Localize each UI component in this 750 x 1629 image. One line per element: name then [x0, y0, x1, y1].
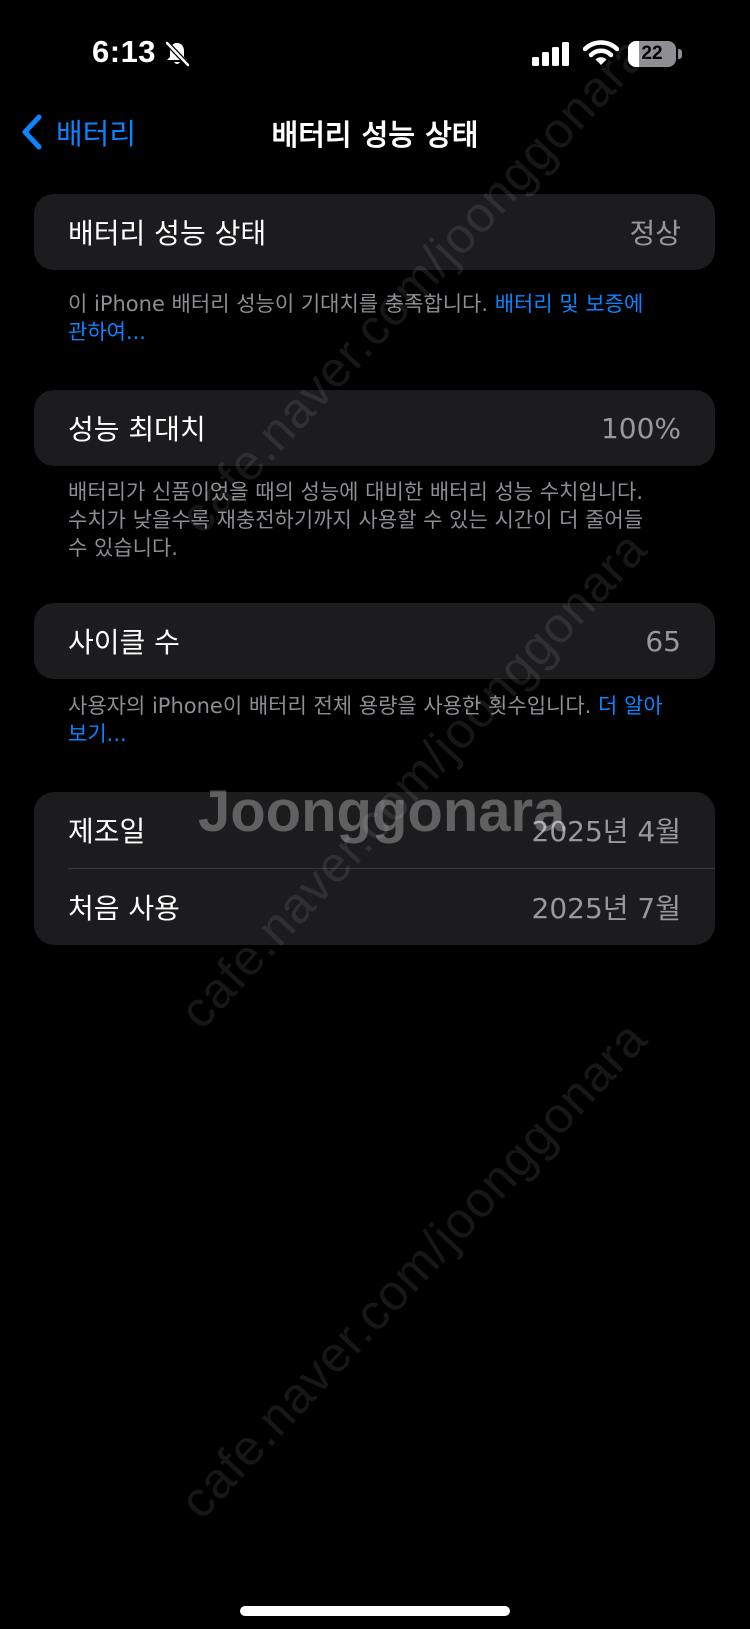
- battery-icon: 22: [628, 41, 682, 67]
- manufacture-date-row: 제조일 2025년 4월: [34, 792, 715, 868]
- battery-health-footer-text: 이 iPhone 배터리 성능이 기대치를 충족합니다.: [68, 292, 495, 316]
- first-use-row: 처음 사용 2025년 7월: [34, 869, 715, 945]
- watermark-text: cafe.naver.com/joonggonara: [168, 25, 658, 544]
- wifi-icon: [583, 40, 619, 65]
- battery-body: 22: [628, 41, 676, 67]
- battery-health-label: 배터리 성능 상태: [68, 217, 267, 250]
- page-title: 배터리 성능 상태: [271, 118, 479, 152]
- battery-health-footer: 이 iPhone 배터리 성능이 기대치를 충족합니다. 배터리 및 보증에 관…: [68, 290, 668, 346]
- cellular-signal-icon: [532, 42, 569, 66]
- battery-health-value: 정상: [629, 217, 681, 250]
- max-capacity-value: 100%: [600, 411, 681, 445]
- max-capacity-footer: 배터리가 신품이었을 때의 성능에 대비한 배터리 성능 수치입니다. 수치가 …: [68, 478, 668, 562]
- bell-slash-icon: [165, 41, 190, 67]
- watermark-text: cafe.naver.com/joonggonara: [168, 1010, 658, 1529]
- cycle-count-group: 사이클 수 65: [34, 603, 715, 679]
- dates-group: 제조일 2025년 4월 처음 사용 2025년 7월: [34, 792, 715, 945]
- cycle-count-row: 사이클 수 65: [34, 603, 715, 679]
- cycle-count-footer-text: 사용자의 iPhone이 배터리 전체 용량을 사용한 횟수입니다.: [68, 694, 599, 718]
- battery-health-row: 배터리 성능 상태 정상: [34, 194, 715, 270]
- max-capacity-row: 성능 최대치 100%: [34, 390, 715, 466]
- max-capacity-label: 성능 최대치: [68, 413, 206, 446]
- cycle-count-label: 사이클 수: [68, 626, 180, 659]
- max-capacity-footer-text: 배터리가 신품이었을 때의 성능에 대비한 배터리 성능 수치입니다. 수치가 …: [68, 480, 644, 560]
- battery-level: 22: [641, 43, 663, 64]
- status-bar: 6:13 22: [0, 0, 750, 100]
- watermark-text: cafe.naver.com/joonggonara: [168, 520, 658, 1039]
- battery-health-group: 배터리 성능 상태 정상: [34, 194, 715, 270]
- first-use-value: 2025년 7월: [531, 892, 682, 925]
- manufacture-date-label: 제조일: [68, 815, 146, 848]
- max-capacity-group: 성능 최대치 100%: [34, 390, 715, 466]
- home-indicator[interactable]: [240, 1606, 510, 1616]
- manufacture-date-value: 2025년 4월: [531, 815, 682, 848]
- cycle-count-value: 65: [645, 624, 681, 658]
- first-use-label: 처음 사용: [68, 892, 180, 925]
- cycle-count-footer: 사용자의 iPhone이 배터리 전체 용량을 사용한 횟수입니다. 더 알아보…: [68, 692, 668, 748]
- status-time: 6:13: [92, 34, 157, 69]
- battery-cap: [678, 49, 682, 59]
